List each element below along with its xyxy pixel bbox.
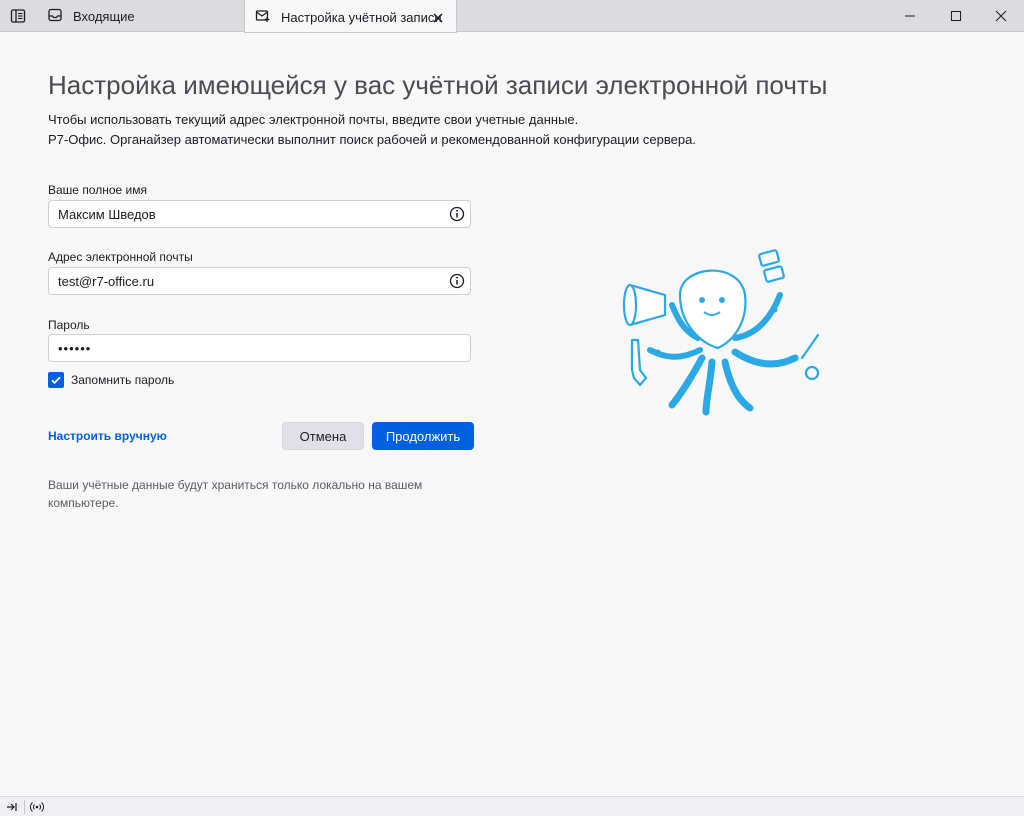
manual-config-link[interactable]: Настроить вручную bbox=[48, 429, 167, 443]
maximize-icon[interactable] bbox=[933, 0, 979, 32]
full-name-field[interactable]: Максим Шведов bbox=[48, 200, 471, 228]
remember-password[interactable]: Запомнить пароль bbox=[48, 372, 174, 388]
page-title: Настройка имеющейся у вас учётной записи… bbox=[48, 70, 828, 100]
octopus-mascot-icon bbox=[622, 249, 820, 416]
close-tab-icon[interactable] bbox=[430, 10, 446, 26]
password-field[interactable]: •••••• bbox=[48, 334, 471, 362]
close-window-icon[interactable] bbox=[978, 0, 1024, 32]
spaces-menu-icon[interactable] bbox=[0, 0, 35, 32]
description-line-2: Р7-Офис. Органайзер автоматически выполн… bbox=[48, 132, 696, 147]
tab-account-setup-label: Настройка учётной записи bbox=[281, 9, 442, 25]
remember-checkbox[interactable] bbox=[48, 372, 64, 388]
status-bar bbox=[0, 796, 1024, 816]
account-setup-icon bbox=[255, 8, 271, 27]
password-value: •••••• bbox=[58, 340, 92, 356]
inbox-icon bbox=[47, 7, 63, 26]
info-icon[interactable] bbox=[444, 268, 470, 294]
description-line-1: Чтобы использовать текущий адрес электро… bbox=[48, 112, 579, 127]
full-name-label: Ваше полное имя bbox=[48, 183, 147, 197]
email-label: Адрес электронной почты bbox=[48, 250, 193, 264]
minimize-icon[interactable] bbox=[887, 0, 933, 32]
online-status-icon[interactable] bbox=[25, 797, 49, 816]
full-name-value: Максим Шведов bbox=[58, 206, 156, 222]
password-label: Пароль bbox=[48, 318, 90, 332]
tab-inbox[interactable]: Входящие bbox=[37, 0, 245, 32]
tab-inbox-label: Входящие bbox=[73, 8, 135, 24]
collapse-pane-icon[interactable] bbox=[0, 797, 24, 816]
tab-account-setup[interactable]: Настройка учётной записи bbox=[245, 0, 456, 32]
remember-label: Запомнить пароль bbox=[71, 373, 175, 387]
email-field[interactable]: test@r7-office.ru bbox=[48, 267, 471, 295]
cancel-button[interactable]: Отмена bbox=[282, 422, 364, 450]
info-icon[interactable] bbox=[444, 201, 470, 227]
email-value: test@r7-office.ru bbox=[58, 273, 155, 289]
privacy-note: Ваши учётные данные будут храниться толь… bbox=[48, 478, 423, 510]
title-bar: Входящие Настройка учётной записи bbox=[0, 0, 1024, 32]
page-description: Чтобы использовать текущий адрес электро… bbox=[48, 110, 696, 150]
continue-button[interactable]: Продолжить bbox=[372, 422, 474, 450]
